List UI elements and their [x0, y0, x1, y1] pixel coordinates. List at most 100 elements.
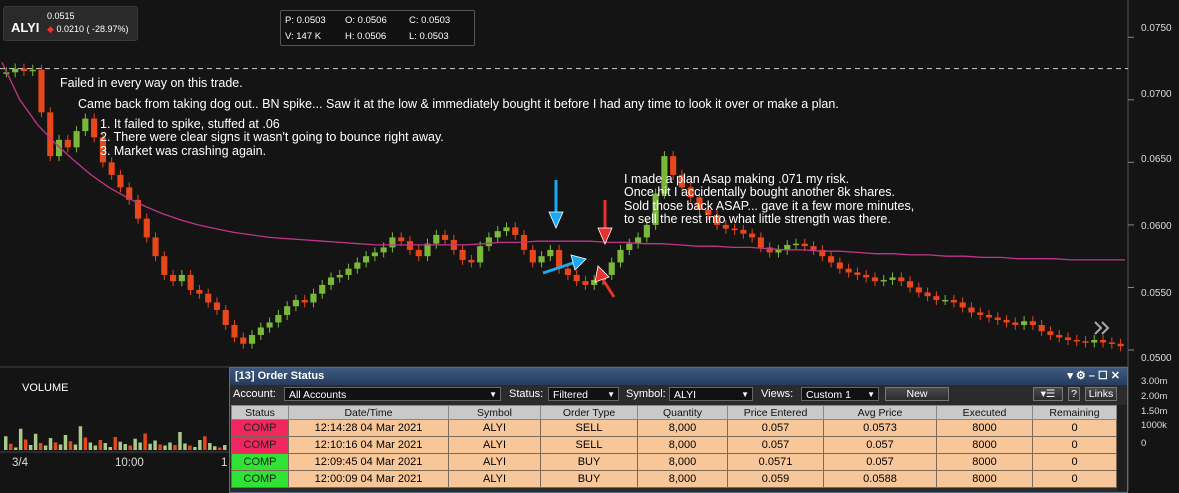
- candle-body: [459, 249, 466, 260]
- column-header[interactable]: Price Entered: [727, 405, 824, 420]
- volume-bar: [13, 447, 18, 450]
- volume-bar: [168, 442, 172, 450]
- executed-cell: 8000: [936, 453, 1033, 471]
- ohlc-o: O: 0.0506: [345, 15, 387, 26]
- reason-item: 3. Market was crashing again.: [100, 143, 267, 158]
- candle-body: [380, 247, 387, 253]
- ohlc-c: C: 0.0503: [409, 15, 451, 26]
- candle-body: [275, 314, 282, 323]
- candle-body: [740, 229, 747, 234]
- price-entered-cell: 0.059: [727, 470, 824, 488]
- candle-body: [547, 249, 554, 257]
- settings-icon[interactable]: ▾⚙: [1067, 370, 1088, 382]
- table-row[interactable]: COMP 12:10:16 04 Mar 2021 ALYI SELL 8,00…: [231, 436, 1117, 454]
- remaining-cell: 0: [1032, 470, 1117, 488]
- volume-tick: 0: [1141, 438, 1147, 449]
- symbol-select[interactable]: ALYI ▼: [669, 387, 753, 401]
- column-header[interactable]: Quantity: [637, 405, 728, 420]
- ohlc-v: V: 147 K: [285, 31, 322, 42]
- column-header[interactable]: Status: [231, 405, 289, 420]
- candle-body: [933, 296, 940, 300]
- volume-bar: [83, 437, 88, 450]
- time-tick: 10:00: [115, 457, 144, 469]
- volume-bar: [178, 432, 182, 450]
- order-type-cell: SELL: [540, 436, 638, 454]
- menu-list-button[interactable]: ▾☰: [1033, 387, 1063, 401]
- maximize-icon[interactable]: ☐: [1098, 370, 1111, 382]
- volume-bar: [108, 447, 113, 450]
- column-header[interactable]: Executed: [936, 405, 1033, 420]
- candle-body: [205, 293, 212, 303]
- account-label: Account:: [233, 388, 276, 400]
- candle-body: [415, 249, 422, 257]
- candle-body: [994, 317, 1001, 320]
- candle-body: [196, 289, 203, 294]
- order-status-cell: COMP: [231, 470, 289, 488]
- order-status-window[interactable]: [13] Order Status ▾⚙–☐✕ Account: All Acc…: [229, 367, 1128, 493]
- symbol-cell: ALYI: [448, 436, 541, 454]
- time-tick: 3/4: [12, 457, 28, 469]
- new-button[interactable]: New: [885, 387, 949, 401]
- vertical-scrollbar[interactable]: [1117, 405, 1127, 491]
- help-button[interactable]: ?: [1068, 387, 1080, 401]
- table-row[interactable]: COMP 12:00:09 04 Mar 2021 ALYI BUY 8,000…: [231, 470, 1117, 488]
- column-header[interactable]: Order Type: [540, 405, 638, 420]
- column-header[interactable]: Symbol: [448, 405, 541, 420]
- candle-body: [336, 274, 343, 278]
- candle-body: [1029, 321, 1036, 325]
- executed-cell: 8000: [936, 419, 1033, 437]
- account-select[interactable]: All Accounts ▼: [284, 387, 501, 401]
- volume-bar: [188, 445, 192, 450]
- volume-tick: 1000k: [1141, 420, 1167, 431]
- table-row[interactable]: COMP 12:14:28 04 Mar 2021 ALYI SELL 8,00…: [231, 419, 1117, 437]
- candle-body: [468, 259, 475, 263]
- column-header[interactable]: Date/Time: [288, 405, 449, 420]
- minimize-icon[interactable]: –: [1089, 370, 1098, 382]
- window-controls[interactable]: ▾⚙–☐✕: [1067, 368, 1123, 385]
- price-entered-cell: 0.057: [727, 436, 824, 454]
- candle-body: [731, 228, 738, 231]
- candle-body: [810, 246, 817, 250]
- volume-bar: [153, 440, 157, 450]
- ticker-box[interactable]: ALYI 0.0515 ◆ 0.0210 ( -28.97%): [3, 6, 138, 41]
- close-icon[interactable]: ✕: [1111, 370, 1123, 382]
- candle-body: [1003, 319, 1010, 323]
- volume-bar: [33, 433, 38, 450]
- links-button[interactable]: Links: [1085, 387, 1117, 401]
- volume-bar: [143, 433, 147, 450]
- candle-body: [854, 272, 861, 275]
- volume-title: VOLUME: [22, 382, 69, 394]
- order-type-cell: BUY: [540, 453, 638, 471]
- order-window-titlebar[interactable]: [13] Order Status ▾⚙–☐✕: [230, 368, 1127, 385]
- candle-body: [792, 243, 800, 246]
- candle-body: [1012, 322, 1019, 325]
- price-entered-cell: 0.0571: [727, 453, 824, 471]
- table-row[interactable]: COMP 12:09:45 04 Mar 2021 ALYI BUY 8,000…: [231, 453, 1117, 471]
- volume-bar: [4, 436, 8, 450]
- price-entered-cell: 0.057: [727, 419, 824, 437]
- candle-body: [371, 252, 378, 257]
- candle-body: [354, 262, 361, 269]
- datetime-cell: 12:09:45 04 Mar 2021: [288, 453, 449, 471]
- red-down-arrow-icon: [597, 200, 613, 245]
- candle-body: [433, 234, 440, 244]
- column-header[interactable]: Remaining: [1032, 405, 1117, 420]
- datetime-cell: 12:10:16 04 Mar 2021: [288, 436, 449, 454]
- column-header[interactable]: Avg Price: [823, 405, 937, 420]
- volume-bar: [138, 442, 142, 450]
- plan-line: Sold those back ASAP... gave it a few mo…: [624, 198, 915, 213]
- views-select[interactable]: Custom 1 ▼: [801, 387, 879, 401]
- note-reasons: 1. It failed to spike, stuffed at .06 2.…: [100, 117, 444, 158]
- order-filter-bar: Account: All Accounts ▼ Status: Filtered ▼…: [230, 385, 1127, 403]
- candle-body: [968, 307, 975, 313]
- volume-bar: [98, 440, 103, 450]
- symbol-cell: ALYI: [448, 419, 541, 437]
- candle-body: [398, 237, 405, 242]
- candle-body: [538, 256, 545, 263]
- volume-bar: [133, 438, 137, 450]
- status-select[interactable]: Filtered ▼: [548, 387, 619, 401]
- candle-body: [1021, 321, 1028, 325]
- volume-bar: [18, 428, 23, 450]
- order-type-cell: BUY: [540, 470, 638, 488]
- candle-body: [871, 277, 879, 282]
